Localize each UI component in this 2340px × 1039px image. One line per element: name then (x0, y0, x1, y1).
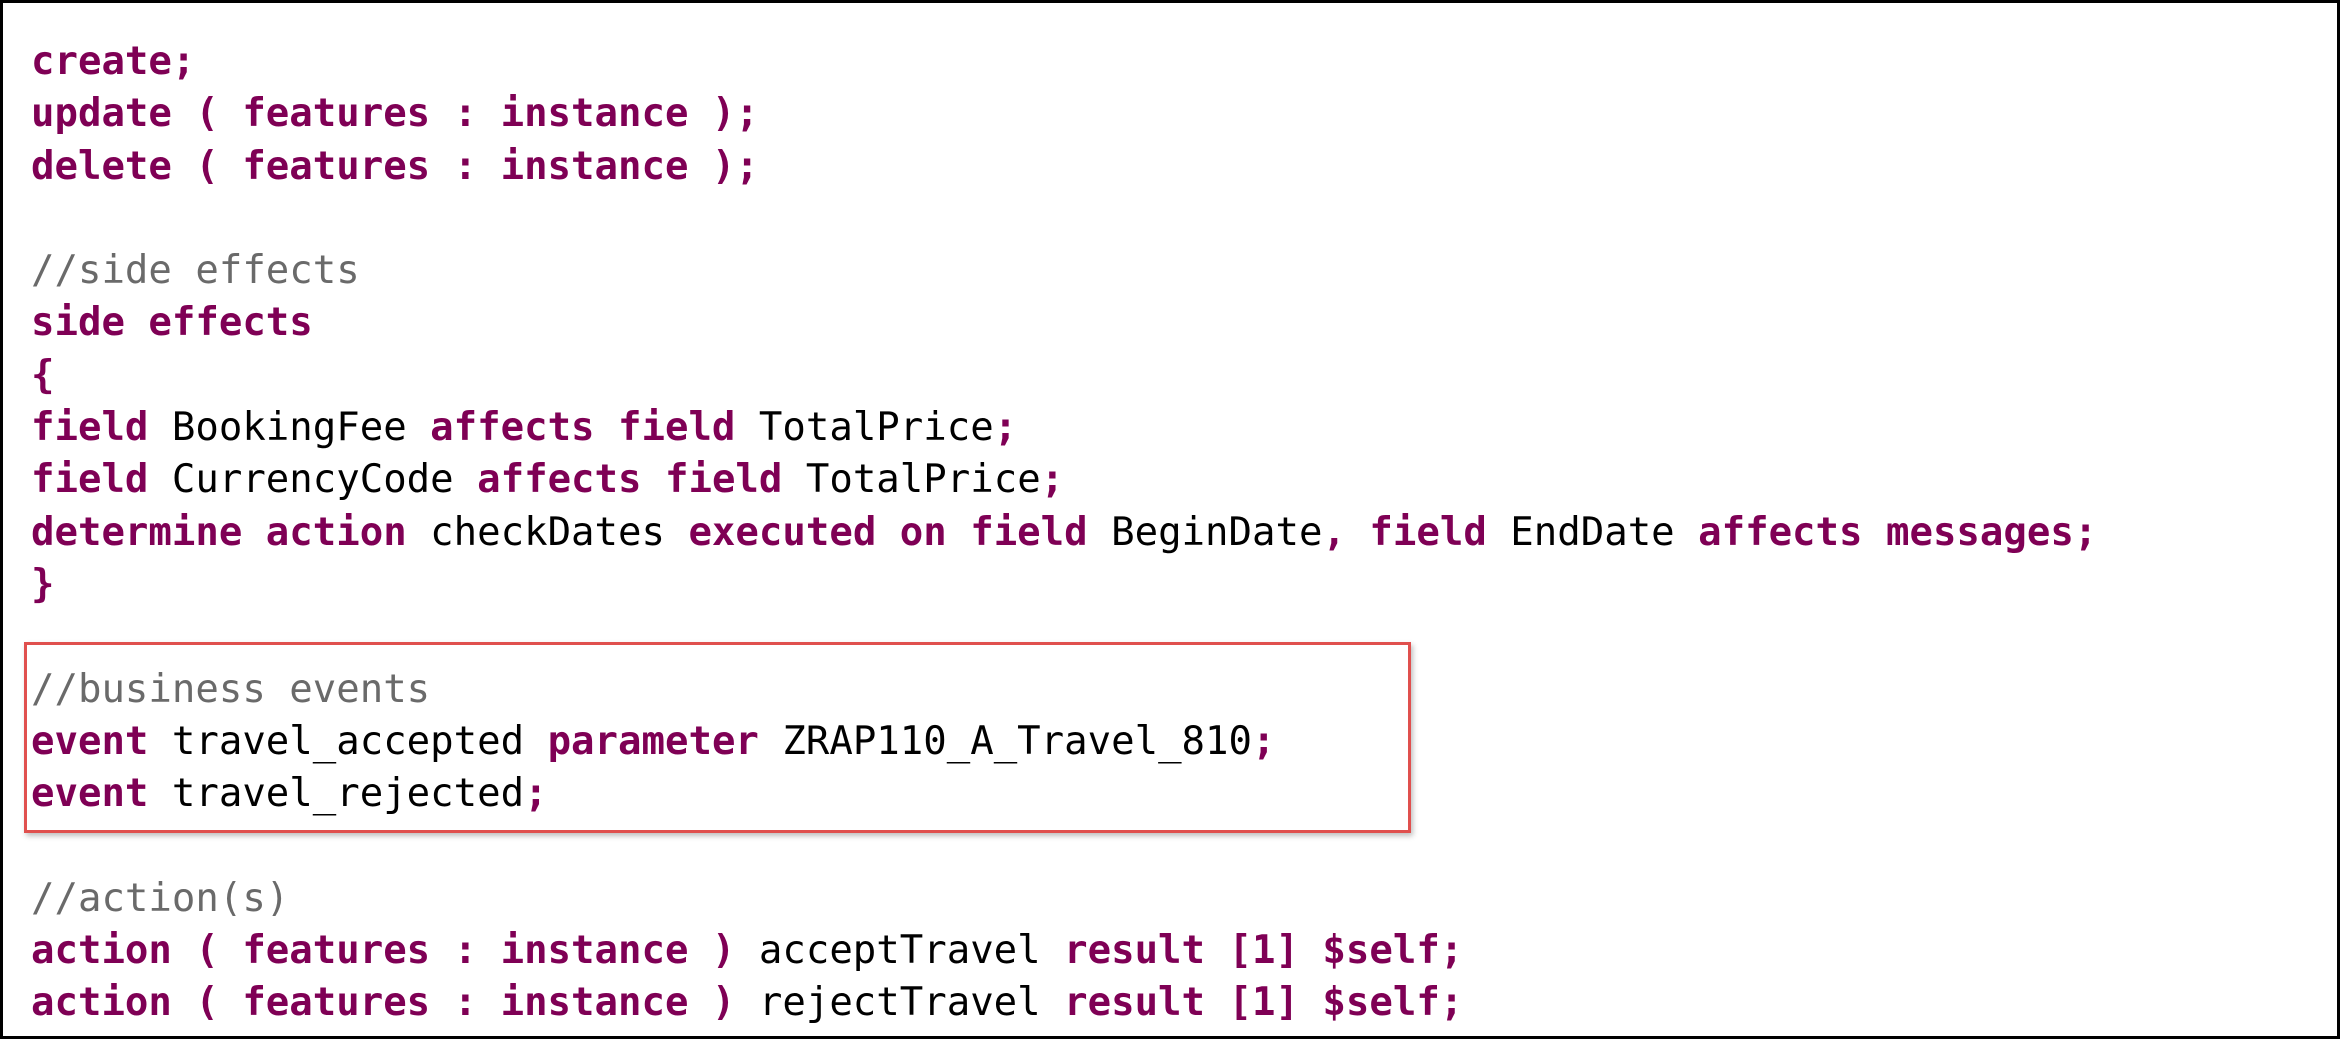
code-line: field BookingFee affects field TotalPric… (31, 402, 2097, 454)
code-identifier: checkDates (406, 509, 689, 555)
code-keyword: field (31, 457, 149, 503)
code-keyword: action ( features : instance ) (31, 980, 736, 1026)
code-keyword: event (31, 771, 149, 817)
code-keyword: update ( features : instance ); (31, 91, 759, 137)
code-keyword: create; (31, 39, 196, 84)
code-keyword: ; (1040, 457, 1065, 503)
code-line: { (31, 350, 2097, 402)
code-keyword: ; (524, 771, 548, 817)
code-keyword: ; (1252, 718, 1276, 764)
code-keyword: delete ( features : instance ); (31, 143, 759, 189)
code-keyword: affects messages; (1698, 509, 2098, 555)
code-keyword: result [1] $self; (1064, 928, 1464, 974)
code-block: create; update ( features : instance ); de… (31, 36, 2097, 1030)
code-line: } (31, 559, 2097, 611)
code-snippet-frame: create; update ( features : instance ); de… (0, 0, 2340, 1039)
code-keyword: action ( features : instance ) (31, 928, 736, 974)
code-keyword: side effects (31, 300, 313, 346)
code-keyword: ; (993, 405, 1018, 451)
code-line: //action(s) (31, 873, 2097, 925)
code-keyword: affects field (477, 457, 783, 503)
code-keyword: parameter (547, 718, 759, 764)
code-comment: //side effects (31, 248, 360, 294)
code-identifier: TotalPrice (782, 457, 1041, 503)
code-line: create; (31, 36, 2097, 88)
code-keyword: } (31, 561, 55, 607)
code-line: delete ( features : instance ); (31, 141, 2097, 193)
code-identifier: rejectTravel (735, 980, 1065, 1026)
code-line: //business events (31, 664, 2097, 716)
code-keyword: field (31, 405, 149, 451)
code-keyword: affects field (430, 405, 736, 451)
code-line: event travel_accepted parameter ZRAP110_… (31, 716, 2097, 768)
code-line: //side effects (31, 245, 2097, 297)
code-keyword: executed on field (688, 509, 1088, 555)
code-identifier: TotalPrice (735, 405, 994, 451)
code-identifier: acceptTravel (735, 928, 1065, 974)
code-line: side effects (31, 297, 2097, 349)
code-identifier: BookingFee (148, 405, 431, 451)
code-identifier: travel_rejected (148, 771, 525, 817)
code-keyword: event (31, 718, 149, 764)
code-line: action ( features : instance ) acceptTra… (31, 925, 2097, 977)
code-keyword: determine action (31, 509, 407, 555)
code-comment: //action(s) (31, 875, 290, 921)
code-identifier: BeginDate (1087, 509, 1323, 555)
code-keyword: , field (1322, 509, 1487, 555)
code-identifier: ZRAP110_A_Travel_810 (758, 718, 1252, 764)
code-identifier: CurrencyCode (148, 457, 478, 503)
code-line: determine action checkDates executed on … (31, 507, 2097, 559)
code-line: update ( features : instance ); (31, 88, 2097, 140)
code-keyword: { (31, 352, 55, 398)
code-identifier: travel_accepted (148, 718, 548, 764)
code-line: field CurrencyCode affects field TotalPr… (31, 454, 2097, 506)
code-identifier: EndDate (1486, 509, 1699, 555)
code-keyword: result [1] $self; (1064, 980, 1464, 1026)
code-comment: //business events (31, 666, 431, 712)
code-line: action ( features : instance ) rejectTra… (31, 977, 2097, 1029)
code-line: event travel_rejected; (31, 768, 2097, 820)
